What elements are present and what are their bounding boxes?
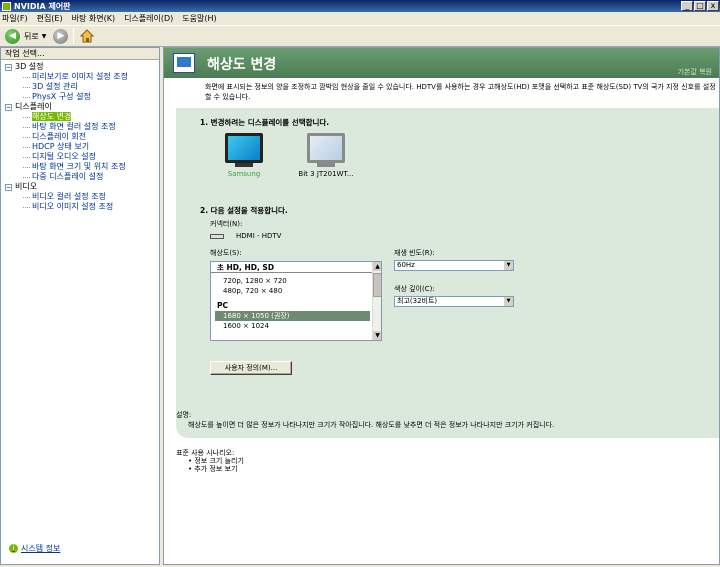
connector-label: 커넥터(N):: [210, 220, 243, 228]
tree-item-desktop-color[interactable]: 바탕 화면 컬러 설정 조정: [5, 122, 159, 132]
collapse-icon[interactable]: −: [5, 103, 12, 111]
refresh-rate-select[interactable]: 60Hz ▼: [394, 260, 514, 271]
scroll-up-icon[interactable]: ▲: [373, 262, 381, 271]
description-label: 설명:: [176, 411, 192, 419]
task-tree: −3D 설정 미리보기로 이미지 설정 조정 3D 설정 관리 PhysX 구성…: [1, 60, 159, 212]
task-panel: 작업 선택... −3D 설정 미리보기로 이미지 설정 조정 3D 설정 관리…: [0, 47, 160, 565]
menu-desktop[interactable]: 바탕 화면(K): [72, 13, 115, 24]
resolution-option[interactable]: 720p, 1280 × 720: [211, 276, 374, 286]
toolbar: ◀ 뒤로 ▼ ▶: [0, 25, 720, 47]
tree-item-rotate-display[interactable]: 디스플레이 회전: [5, 132, 159, 142]
scroll-thumb[interactable]: [373, 273, 381, 297]
resolution-page-icon: [173, 53, 195, 73]
color-depth-select[interactable]: 최고(32비트) ▼: [394, 296, 514, 307]
menu-file[interactable]: 파일(F): [2, 13, 28, 24]
menu-bar: 파일(F) 편집(E) 바탕 화면(K) 디스플레이(D) 도움말(H): [0, 12, 720, 25]
tree-item-video-image[interactable]: 비디오 이미지 설정 조정: [5, 202, 159, 212]
chevron-down-icon[interactable]: ▼: [504, 297, 513, 306]
scroll-down-icon[interactable]: ▼: [373, 331, 381, 340]
tree-item-multi-display[interactable]: 다중 디스플레이 설정: [5, 172, 159, 182]
tree-item-physx[interactable]: PhysX 구성 설정: [5, 92, 159, 102]
tree-item-digital-audio[interactable]: 디지털 오디오 설정: [5, 152, 159, 162]
resolution-scrollbar[interactable]: ▲ ▼: [372, 262, 381, 340]
scenarios-list: 정보 크기 늘리기 추가 정보 보기: [188, 457, 244, 473]
task-panel-header: 작업 선택...: [1, 48, 159, 60]
content-panel: 해상도 변경 기본값 복원 화면에 표시되는 정보의 양을 조정하고 깜박임 현…: [163, 47, 720, 565]
close-button[interactable]: x: [707, 1, 719, 11]
menu-edit[interactable]: 편집(E): [37, 13, 63, 24]
nvidia-app-icon: [2, 1, 11, 11]
tree-category-video[interactable]: − 비디오: [5, 182, 159, 192]
connector-value: HDMI - HDTV: [210, 232, 281, 240]
resolution-label: 해상도(S):: [210, 249, 242, 257]
resolution-option[interactable]: 1600 × 1024: [211, 321, 374, 331]
collapse-icon[interactable]: −: [5, 183, 12, 191]
tree-item-video-color[interactable]: 비디오 컬러 설정 조정: [5, 192, 159, 202]
collapse-icon[interactable]: −: [5, 63, 12, 71]
resolution-group-hd: 초 HD, HD, SD: [211, 262, 374, 273]
resolution-group-pc: PC: [217, 301, 229, 310]
home-icon[interactable]: [79, 28, 95, 44]
restore-defaults-link[interactable]: 기본값 복원: [678, 67, 712, 77]
display-samsung[interactable]: Samsung: [214, 133, 274, 178]
minimize-button[interactable]: _: [681, 1, 693, 11]
page-banner: 해상도 변경 기본값 복원: [164, 48, 719, 78]
forward-arrow-icon[interactable]: ▶: [53, 28, 69, 44]
back-arrow-icon[interactable]: ◀: [5, 28, 20, 44]
system-info-link[interactable]: i 시스템 정보: [9, 543, 60, 554]
intro-text: 화면에 표시되는 정보의 양을 조정하고 깜박임 현상을 줄일 수 있습니다. …: [205, 83, 716, 101]
customize-button[interactable]: 사용자 정의(M)...: [210, 361, 292, 375]
menu-help[interactable]: 도움말(H): [182, 13, 216, 24]
tree-item-image-preview[interactable]: 미리보기로 이미지 설정 조정: [5, 72, 159, 82]
resolution-list[interactable]: 초 HD, HD, SD 720p, 1280 × 720 480p, 720 …: [210, 261, 382, 341]
hdmi-plug-icon: [210, 233, 224, 239]
description-text: 해상도를 높이면 더 많은 정보가 나타나지만 크기가 작아집니다. 해상도를 …: [188, 421, 555, 429]
refresh-rate-label: 재생 빈도(R):: [394, 249, 435, 257]
step2-heading: 2. 다음 설정을 적용합니다.: [200, 206, 288, 215]
maximize-button[interactable]: □: [694, 1, 706, 11]
back-button-label[interactable]: 뒤로: [24, 31, 39, 42]
chevron-down-icon[interactable]: ▼: [504, 261, 513, 270]
tree-item-3d-manage[interactable]: 3D 설정 관리: [5, 82, 159, 92]
system-info-label[interactable]: 시스템 정보: [21, 543, 60, 554]
page-title: 해상도 변경: [207, 57, 277, 73]
monitor-icon: [225, 133, 263, 163]
monitor-icon: [307, 133, 345, 163]
tree-item-change-resolution[interactable]: 해상도 변경: [5, 112, 159, 122]
scenario-link[interactable]: 추가 정보 보기: [188, 465, 244, 473]
color-depth-label: 색상 깊이(C):: [394, 285, 435, 293]
settings-area: 1. 변경하려는 디스플레이를 선택합니다. Samsung Bit 3 JT2…: [176, 108, 719, 438]
info-icon: i: [9, 544, 18, 553]
chevron-down-icon[interactable]: ▼: [42, 33, 47, 40]
resolution-option[interactable]: 480p, 720 × 480: [211, 286, 374, 296]
title-bar: NVIDIA 제어판 _ □ x: [0, 0, 720, 12]
tree-category-display[interactable]: − 디스플레이: [5, 102, 159, 112]
tree-category-3d[interactable]: −3D 설정: [5, 62, 159, 72]
toolbar-divider: [73, 28, 75, 44]
resolution-option-selected[interactable]: 1680 × 1050 (권장): [215, 311, 370, 321]
tree-item-hdcp[interactable]: HDCP 상태 보기: [5, 142, 159, 152]
scenario-link[interactable]: 정보 크기 늘리기: [188, 457, 244, 465]
window-title: NVIDIA 제어판: [14, 1, 71, 11]
tree-item-desktop-size[interactable]: 바탕 화면 크기 및 위치 조정: [5, 162, 159, 172]
step1-heading: 1. 변경하려는 디스플레이를 선택합니다.: [200, 118, 330, 127]
menu-display[interactable]: 디스플레이(D): [124, 13, 173, 24]
display-bit3[interactable]: Bit 3 JT201WT...: [296, 133, 356, 178]
